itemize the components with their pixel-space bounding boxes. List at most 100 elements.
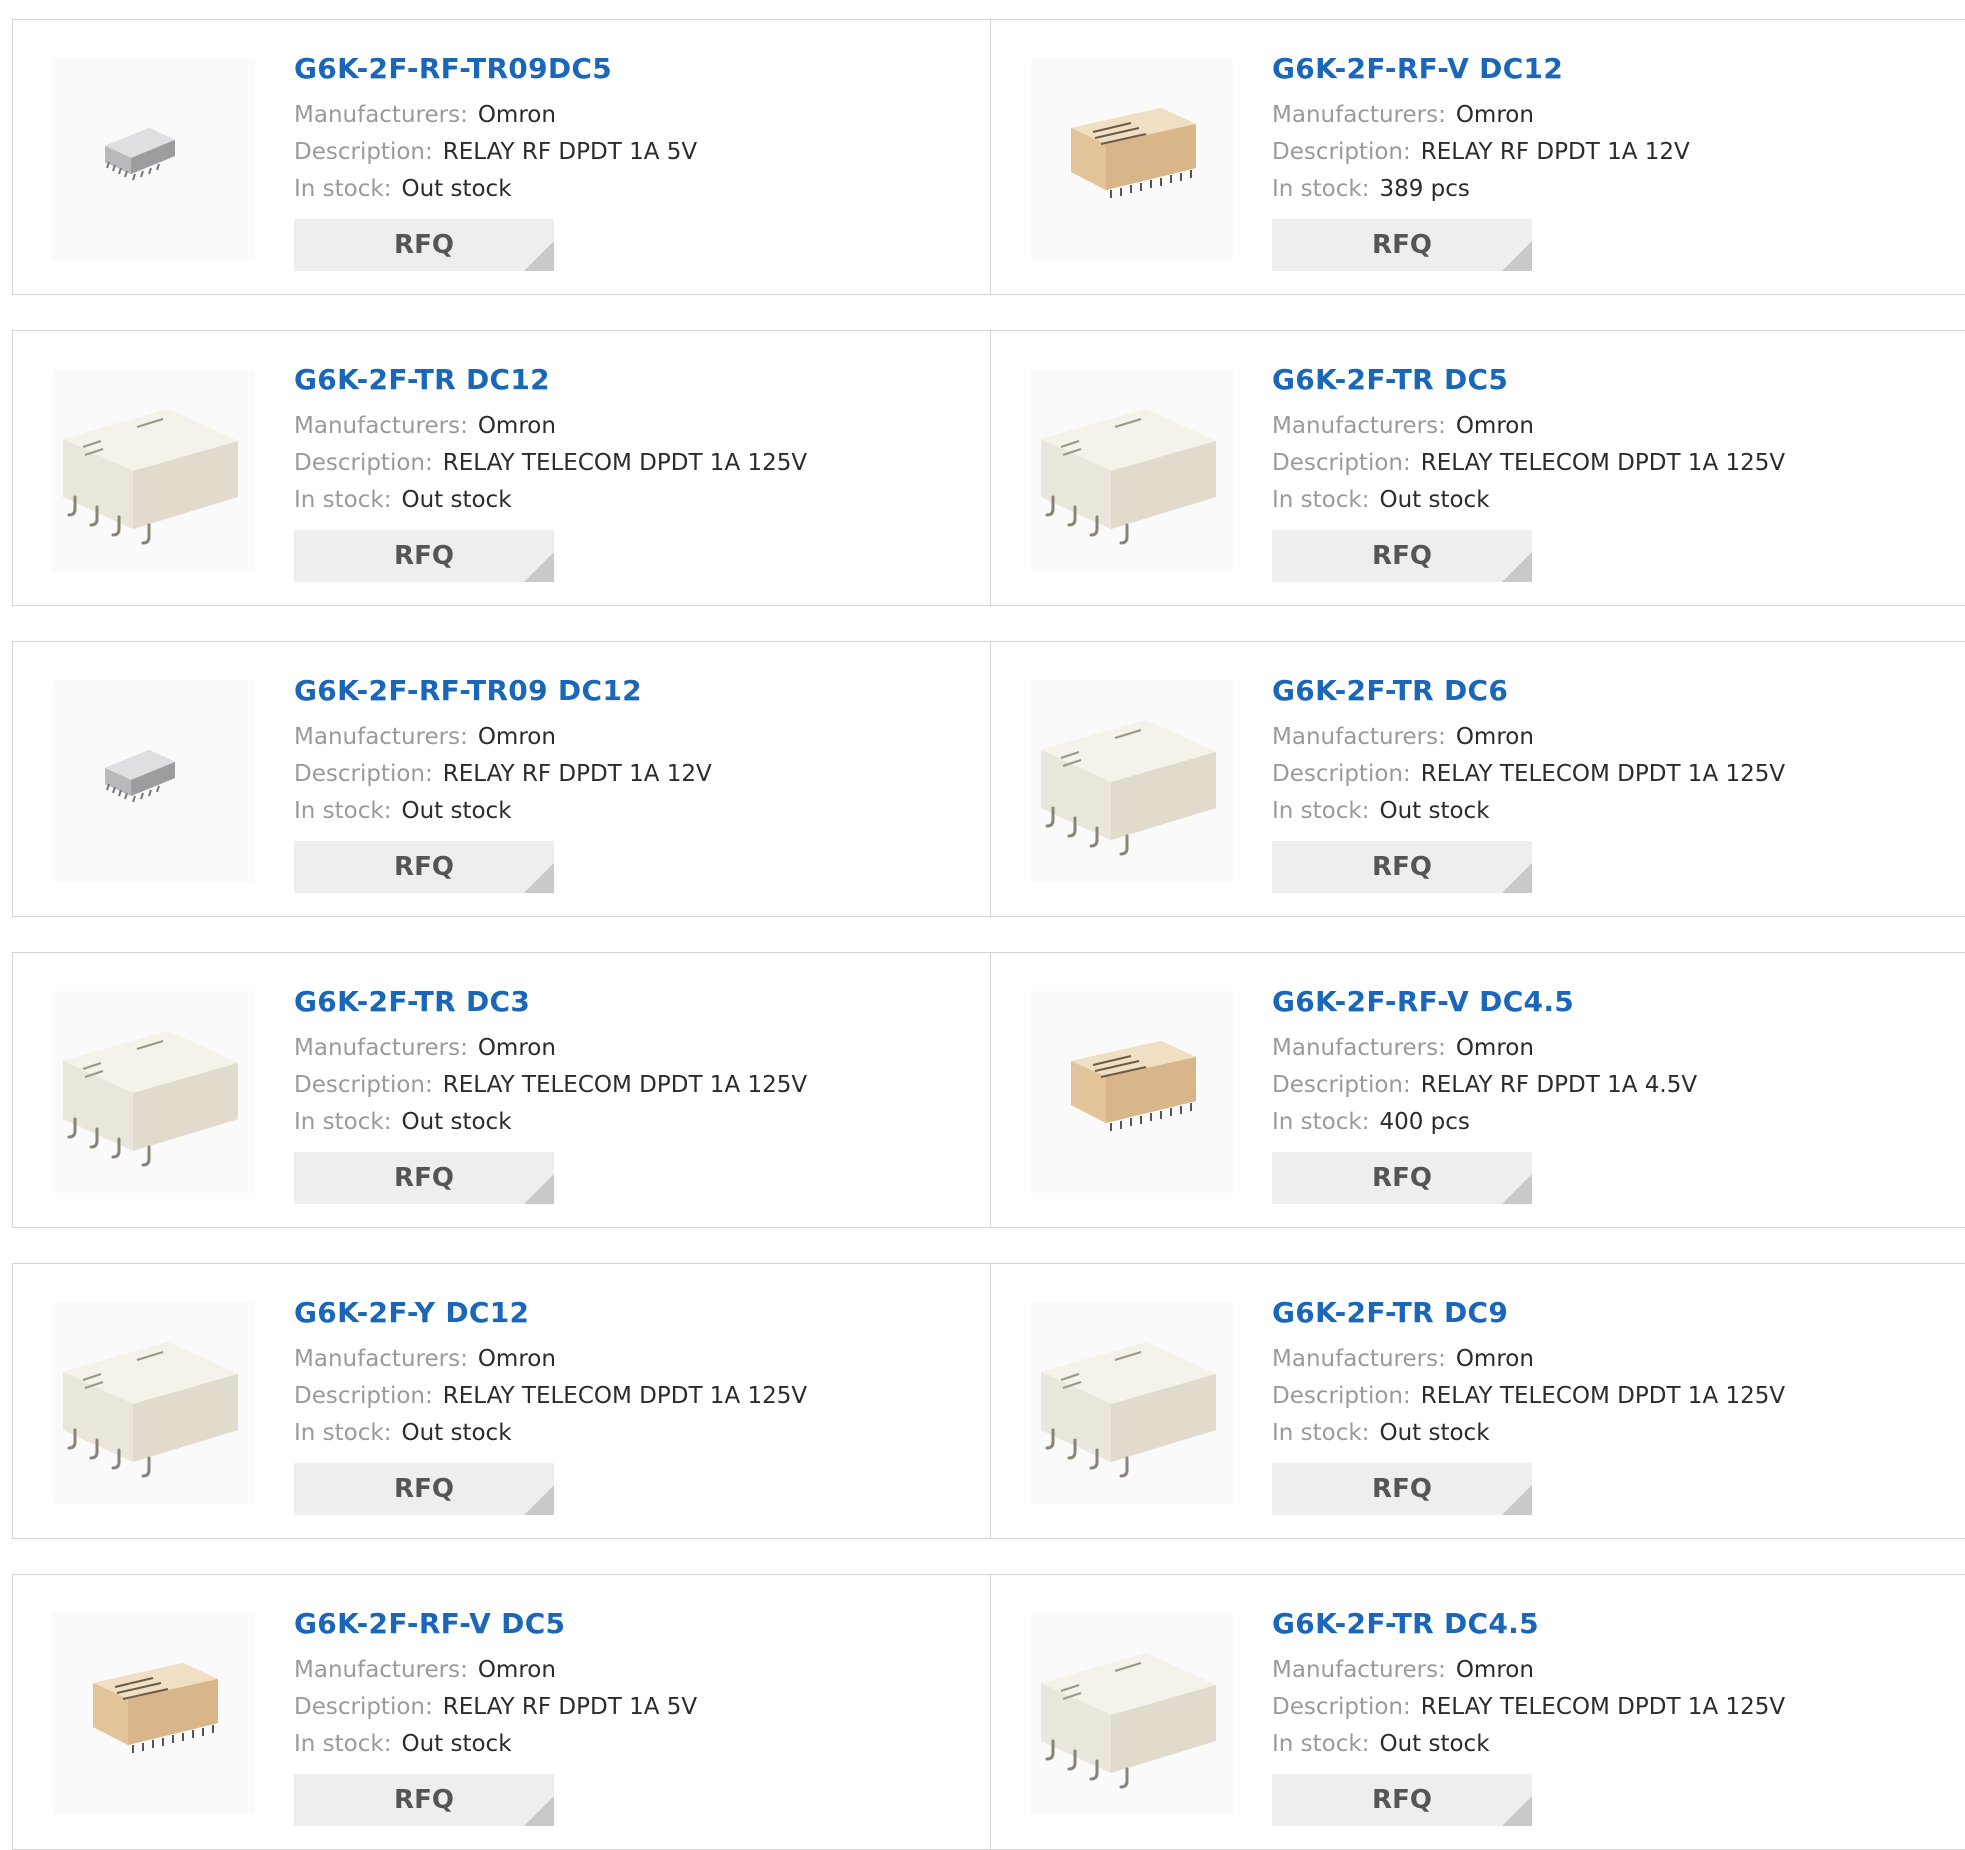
product-title-link[interactable]: G6K-2F-Y DC12 [294,1296,807,1330]
corner-fold-icon [1502,1795,1532,1826]
description-label: Description: [294,1693,433,1720]
stock-label: In stock: [1272,1419,1370,1446]
product-image[interactable] [1031,1613,1233,1815]
description-label: Description: [294,1071,433,1098]
manufacturer-label: Manufacturers: [1272,1345,1446,1372]
product-image[interactable] [53,1302,255,1504]
description-value: RELAY TELECOM DPDT 1A 125V [1420,449,1786,476]
corner-fold-icon [524,1795,554,1826]
stock-line: In stock: Out stock [1272,796,1785,826]
rfq-button[interactable]: RFQ [1272,1462,1532,1515]
product-card: G6K-2F-TR DC9 Manufacturers: Omron Descript… [991,1264,1965,1538]
manufacturer-line: Manufacturers: Omron [1272,1344,1785,1374]
rfq-button[interactable]: RFQ [294,1462,554,1515]
product-info: G6K-2F-RF-TR09 DC12 Manufacturers: Omron De… [294,674,712,893]
manufacturer-line: Manufacturers: Omron [1272,1655,1785,1685]
rfq-label: RFQ [1372,1162,1432,1193]
product-image[interactable] [53,58,255,260]
description-line: Description: RELAY TELECOM DPDT 1A 125V [1272,759,1785,789]
rfq-label: RFQ [394,1784,454,1815]
stock-label: In stock: [1272,797,1370,824]
rfq-button[interactable]: RFQ [1272,218,1532,271]
product-title-link[interactable]: G6K-2F-RF-TR09 DC12 [294,674,712,708]
product-image[interactable] [53,1613,255,1815]
product-row: G6K-2F-RF-TR09DC5 Manufacturers: Omron Desc… [12,19,1965,295]
description-label: Description: [294,449,433,476]
product-title-link[interactable]: G6K-2F-TR DC9 [1272,1296,1785,1330]
description-line: Description: RELAY RF DPDT 1A 5V [294,137,697,167]
rfq-button[interactable]: RFQ [294,1151,554,1204]
product-image[interactable] [53,991,255,1193]
manufacturer-value: Omron [1455,1345,1534,1372]
description-line: Description: RELAY TELECOM DPDT 1A 125V [294,1381,807,1411]
product-info: G6K-2F-RF-TR09DC5 Manufacturers: Omron Desc… [294,52,697,271]
rfq-label: RFQ [394,1473,454,1504]
product-card: G6K-2F-RF-V DC4.5 Manufacturers: Omron Desc… [991,953,1965,1227]
manufacturer-line: Manufacturers: Omron [1272,1033,1697,1063]
manufacturer-value: Omron [477,1656,556,1683]
rfq-button[interactable]: RFQ [294,529,554,582]
description-label: Description: [1272,1693,1411,1720]
rfq-label: RFQ [1372,540,1432,571]
description-value: RELAY RF DPDT 1A 5V [442,1693,698,1720]
manufacturer-label: Manufacturers: [294,723,468,750]
product-image[interactable] [53,680,255,882]
corner-fold-icon [524,551,554,582]
product-image[interactable] [1031,991,1233,1193]
manufacturer-value: Omron [1455,723,1534,750]
rfq-button[interactable]: RFQ [1272,1151,1532,1204]
rfq-label: RFQ [1372,1784,1432,1815]
product-card: G6K-2F-Y DC12 Manufacturers: Omron Descript… [13,1264,991,1538]
stock-line: In stock: Out stock [294,1107,807,1137]
product-card: G6K-2F-RF-TR09DC5 Manufacturers: Omron Desc… [13,20,991,294]
description-value: RELAY TELECOM DPDT 1A 125V [1420,1693,1786,1720]
rfq-button[interactable]: RFQ [294,1773,554,1826]
corner-fold-icon [1502,1173,1532,1204]
rfq-button[interactable]: RFQ [1272,529,1532,582]
product-title-link[interactable]: G6K-2F-RF-TR09DC5 [294,52,697,86]
description-value: RELAY TELECOM DPDT 1A 125V [442,1382,808,1409]
product-title-link[interactable]: G6K-2F-TR DC6 [1272,674,1785,708]
description-line: Description: RELAY RF DPDT 1A 12V [294,759,712,789]
product-title-link[interactable]: G6K-2F-TR DC3 [294,985,807,1019]
stock-label: In stock: [1272,1108,1370,1135]
product-title-link[interactable]: G6K-2F-RF-V DC4.5 [1272,985,1697,1019]
manufacturer-label: Manufacturers: [294,101,468,128]
description-line: Description: RELAY TELECOM DPDT 1A 125V [1272,1692,1785,1722]
stock-label: In stock: [294,486,392,513]
rfq-label: RFQ [394,851,454,882]
product-image[interactable] [1031,1302,1233,1504]
corner-fold-icon [1502,240,1532,271]
product-card: G6K-2F-TR DC12 Manufacturers: Omron Descrip… [13,331,991,605]
stock-line: In stock: 400 pcs [1272,1107,1697,1137]
stock-value: Out stock [401,1419,512,1446]
product-title-link[interactable]: G6K-2F-RF-V DC12 [1272,52,1690,86]
description-value: RELAY RF DPDT 1A 12V [442,760,712,787]
rfq-button[interactable]: RFQ [294,840,554,893]
product-title-link[interactable]: G6K-2F-RF-V DC5 [294,1607,697,1641]
product-title-link[interactable]: G6K-2F-TR DC4.5 [1272,1607,1785,1641]
stock-line: In stock: Out stock [294,796,712,826]
product-card: G6K-2F-RF-V DC12 Manufacturers: Omron Descr… [991,20,1965,294]
product-image[interactable] [1031,680,1233,882]
corner-fold-icon [524,240,554,271]
product-title-link[interactable]: G6K-2F-TR DC12 [294,363,807,397]
manufacturer-line: Manufacturers: Omron [294,411,807,441]
rfq-label: RFQ [394,229,454,260]
rfq-button[interactable]: RFQ [294,218,554,271]
product-image[interactable] [53,369,255,571]
description-label: Description: [294,760,433,787]
stock-value: Out stock [401,1730,512,1757]
rfq-button[interactable]: RFQ [1272,1773,1532,1826]
manufacturer-label: Manufacturers: [294,412,468,439]
product-image[interactable] [1031,369,1233,571]
product-image[interactable] [1031,58,1233,260]
stock-line: In stock: Out stock [294,1418,807,1448]
description-label: Description: [1272,1071,1411,1098]
product-title-link[interactable]: G6K-2F-TR DC5 [1272,363,1785,397]
product-card: G6K-2F-TR DC6 Manufacturers: Omron Descript… [991,642,1965,916]
stock-value: Out stock [1379,486,1490,513]
rfq-button[interactable]: RFQ [1272,840,1532,893]
description-value: RELAY RF DPDT 1A 4.5V [1420,1071,1698,1098]
manufacturer-label: Manufacturers: [1272,412,1446,439]
